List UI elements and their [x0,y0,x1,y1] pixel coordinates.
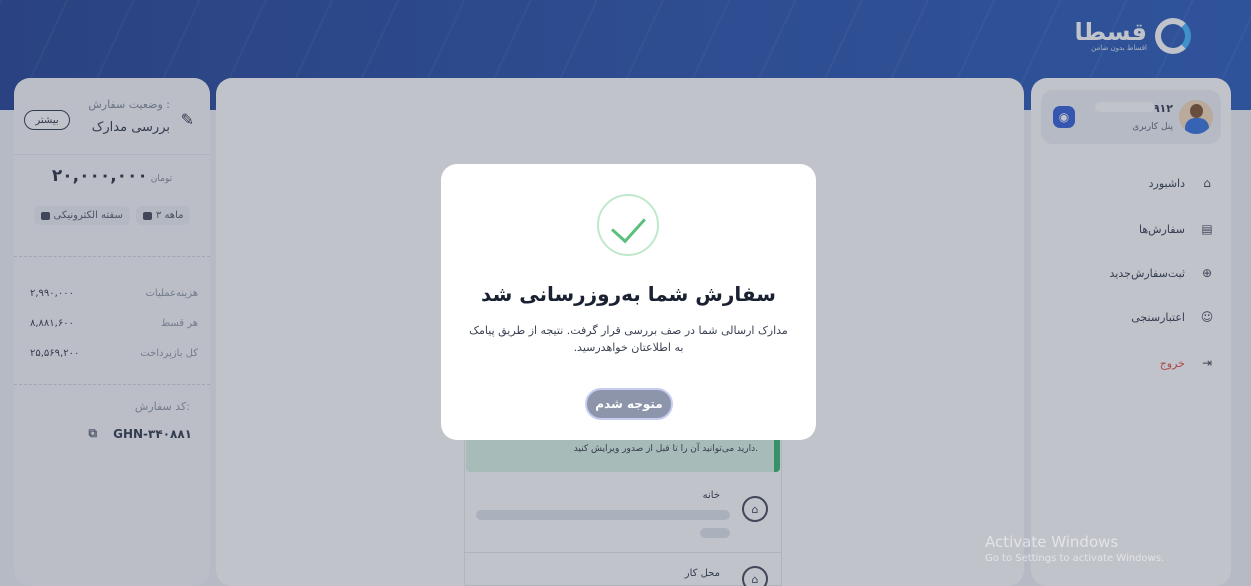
modal-title: سفارش شما به‌روزرسانی شد [481,282,776,306]
windows-watermark: Activate Windows Go to Settings to activ… [985,533,1165,564]
app: قسطا اقساط بدون ضامن وضعیت سفارش : بررسی… [0,0,1251,586]
success-modal: سفارش شما به‌روزرسانی شد مدارک ارسالی شم… [441,164,816,440]
check-icon [597,194,659,256]
ok-button[interactable]: متوجه شدم [585,388,673,420]
modal-message: مدارک ارسالی شما در صف بررسی قرار گرفت. … [469,324,788,354]
